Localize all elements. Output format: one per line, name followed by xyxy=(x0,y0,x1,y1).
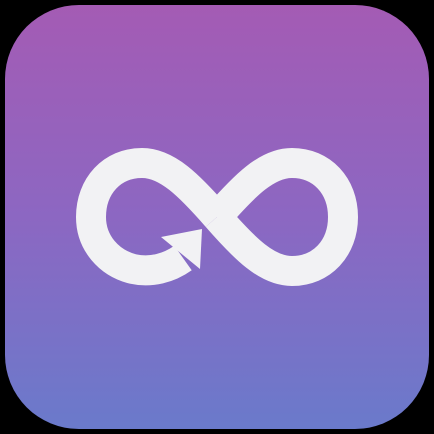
screen xyxy=(0,0,434,434)
app-icon-tile[interactable] xyxy=(5,5,429,429)
infinity-right-loop xyxy=(205,147,359,287)
infinity-arrow-icon xyxy=(75,147,359,287)
